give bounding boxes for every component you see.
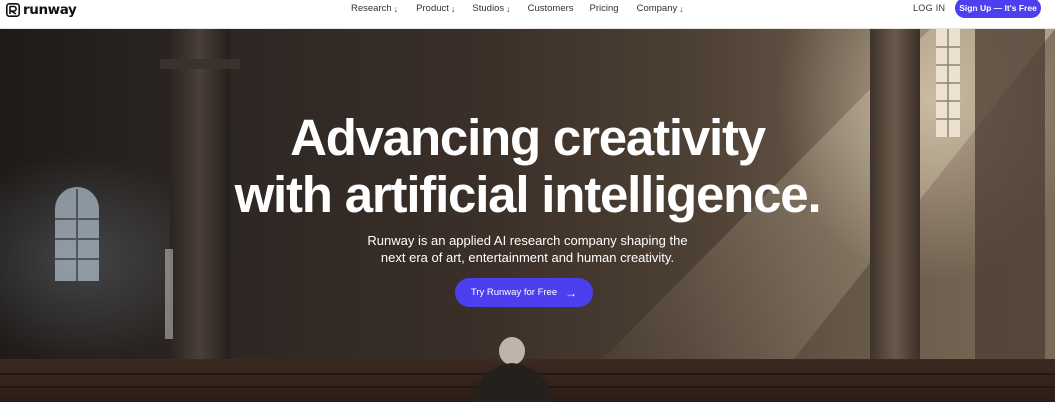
try-runway-button[interactable]: Try Runway for Free → [455, 278, 593, 307]
nav-research-label: Research [351, 3, 392, 14]
nav-product-label: Product [416, 3, 449, 14]
chevron-down-icon: ↓ [450, 3, 456, 14]
hero-sub-line1: Runway is an applied AI research company… [367, 233, 688, 248]
nav-customers-label: Customers [527, 3, 574, 14]
runway-logo[interactable]: runway [6, 2, 77, 18]
hero-headline-line2: with artificial intelligence. [234, 166, 822, 223]
hero-subheadline: Runway is an applied AI research company… [0, 232, 1055, 266]
nav-pricing-label: Pricing [589, 3, 619, 14]
chevron-down-icon: ↓ [506, 3, 511, 14]
hero-headline: Advancing creativity with artificial int… [0, 109, 1055, 223]
nav-pricing[interactable]: Pricing [590, 3, 619, 14]
nav-links: Research ↓ Product ↓ Studios ↓ Customers… [351, 3, 684, 14]
cta-label: Try Runway for Free [470, 287, 558, 298]
chevron-down-icon: ↓ [393, 3, 399, 14]
nav-research[interactable]: Research ↓ [351, 3, 398, 14]
brand-name: runway [23, 2, 77, 18]
nav-studios[interactable]: Studios ↓ [472, 3, 510, 14]
nav-studios-label: Studios [472, 3, 505, 14]
hero-section: Advancing creativity with artificial int… [0, 29, 1055, 402]
nav-company-label: Company [636, 3, 678, 14]
arrow-right-icon: → [565, 285, 578, 300]
login-link[interactable]: LOG IN [913, 3, 945, 13]
chevron-down-icon: ↓ [679, 3, 684, 14]
signup-button[interactable]: Sign Up — It's Free [955, 0, 1041, 18]
nav-customers[interactable]: Customers [528, 3, 574, 14]
runway-logo-icon [6, 3, 20, 17]
hero-headline-line1: Advancing creativity [290, 109, 766, 166]
nav-product[interactable]: Product ↓ [416, 3, 455, 14]
nav-company[interactable]: Company ↓ [637, 3, 684, 14]
hero-sub-line2: next era of art, entertainment and human… [380, 250, 675, 265]
top-nav: runway Research ↓ Product ↓ Studios ↓ Cu… [0, 0, 1055, 29]
